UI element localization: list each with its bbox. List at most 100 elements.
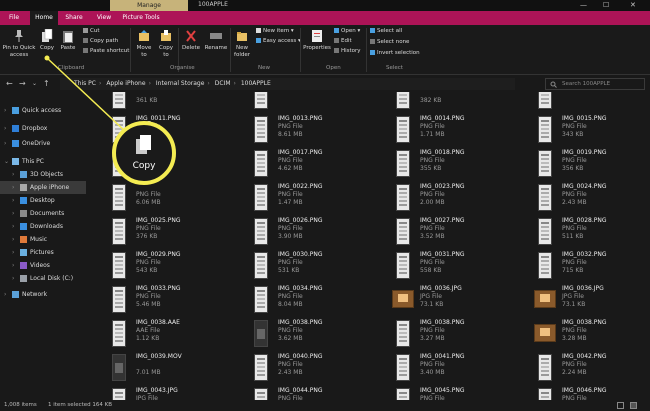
search-box[interactable]: Search 100APPLE	[545, 78, 645, 90]
expand-chevron-icon[interactable]: ›	[12, 168, 14, 181]
open-button[interactable]: Open ▾	[334, 28, 360, 35]
expand-chevron-icon[interactable]: ›	[12, 207, 14, 220]
file-item[interactable]: IMG_0013.PNG PNG File 8.61 MB	[254, 114, 394, 146]
select-all-button[interactable]: Select all	[370, 28, 402, 35]
pin-to-quick-access-button[interactable]: Pin to Quick access	[2, 29, 36, 58]
sidebar-item-this-pc[interactable]: ⌄ This PC	[0, 155, 86, 168]
cut-button[interactable]: Cut	[83, 28, 99, 35]
sidebar-item-downloads[interactable]: › Downloads	[0, 220, 86, 233]
file-item[interactable]: IMG_0024.PNG PNG File 2.43 MB	[538, 182, 650, 214]
file-item[interactable]: IMG_0038.AAE AAE File 1.12 KB	[112, 318, 252, 350]
expand-chevron-icon[interactable]: ›	[4, 288, 6, 301]
file-item[interactable]: IMG_0041.PNG PNG File 3.40 MB	[396, 352, 536, 384]
file-item[interactable]: IMG_0040.PNG PNG File 2.43 MB	[254, 352, 394, 384]
expand-chevron-icon[interactable]: ›	[12, 233, 14, 246]
file-item[interactable]: IMG_0017.PNG PNG File 4.62 MB	[254, 148, 394, 180]
sidebar-item-apple-iphone[interactable]: › Apple iPhone	[0, 181, 86, 194]
properties-button[interactable]: Properties	[302, 29, 332, 52]
file-item[interactable]: IMG_0022.PNG PNG File 1.47 MB	[254, 182, 394, 214]
minimize-button[interactable]: —	[580, 1, 587, 9]
file-item[interactable]: IMG_0038.PNG PNG File 3.62 MB	[254, 318, 394, 350]
recent-locations-button[interactable]: ⌄	[32, 80, 37, 87]
breadcrumb-100apple[interactable]: 100APPLE	[241, 80, 271, 87]
sidebar-item-onedrive[interactable]: › OneDrive	[0, 137, 86, 150]
sidebar-item-dropbox[interactable]: › Dropbox	[0, 122, 86, 135]
sidebar-item-local-disk-c[interactable]: › Local Disk (C:)	[0, 272, 86, 285]
file-item[interactable]: IMG_0014.PNG PNG File 1.71 MB	[396, 114, 536, 146]
expand-chevron-icon[interactable]: ›	[4, 104, 6, 117]
breadcrumb[interactable]: This PC › Apple iPhone › Internal Storage ›…	[60, 78, 515, 90]
details-view-icon[interactable]	[617, 402, 624, 409]
breadcrumb-internal-storage[interactable]: Internal Storage	[156, 80, 205, 87]
rename-button[interactable]: Rename	[204, 29, 228, 52]
expand-chevron-icon[interactable]: ⌄	[4, 155, 9, 168]
file-item[interactable]: IMG_0042.PNG PNG File 2.24 MB	[538, 352, 650, 384]
forward-button[interactable]: →	[19, 79, 26, 88]
file-item[interactable]: IMG_0045.PNGPNG File1.93 MB	[396, 386, 536, 400]
file-item[interactable]: IMG_0033.PNG PNG File 5.46 MB	[112, 284, 252, 316]
sidebar-item-documents[interactable]: › Documents	[0, 207, 86, 220]
tab-view[interactable]: View	[90, 11, 118, 25]
copy-button[interactable]: Copy	[38, 29, 56, 52]
expand-chevron-icon[interactable]: ›	[12, 181, 14, 194]
tab-share[interactable]: Share	[60, 11, 88, 25]
file-item[interactable]: IMG_0038.PNG PNG File 3.27 MB	[396, 318, 536, 350]
breadcrumb-this-pc[interactable]: This PC	[74, 80, 96, 87]
expand-chevron-icon[interactable]: ›	[12, 246, 14, 259]
sidebar-item-music[interactable]: › Music	[0, 233, 86, 246]
file-item[interactable]: IMG_0034.PNG PNG File 8.04 MB	[254, 284, 394, 316]
file-item[interactable]: 382 KB	[396, 92, 536, 112]
maximize-button[interactable]: ☐	[603, 1, 609, 9]
copy-to-button[interactable]: Copy to	[156, 29, 176, 58]
paste-shortcut-button[interactable]: Paste shortcut	[83, 48, 129, 55]
file-item[interactable]: IMG_0025.PNG PNG File 376 KB	[112, 216, 252, 248]
file-item[interactable]	[254, 92, 394, 112]
file-item[interactable]: IMG_0030.PNG PNG File 531 KB	[254, 250, 394, 282]
file-item[interactable]: IMG_0023.PNG PNG File 2.00 MB	[396, 182, 536, 214]
up-button[interactable]: ↑	[43, 79, 50, 88]
tab-file[interactable]: File	[0, 11, 28, 25]
file-item[interactable]	[538, 92, 650, 112]
delete-button[interactable]: Delete	[180, 29, 202, 52]
sidebar-item-quick-access[interactable]: › Quick access	[0, 104, 86, 117]
file-item[interactable]: IMG_0031.PNG PNG File 558 KB	[396, 250, 536, 282]
file-item[interactable]: 361 KB	[112, 92, 252, 112]
file-item[interactable]: IMG_0038.PNG PNG File 3.28 MB	[534, 318, 650, 350]
file-item[interactable]: IMG_0032.PNG PNG File 715 KB	[538, 250, 650, 282]
invert-selection-button[interactable]: Invert selection	[370, 50, 420, 57]
tab-home[interactable]: Home	[30, 11, 58, 25]
file-item[interactable]: PNG File 6.06 MB	[112, 182, 252, 214]
select-none-button[interactable]: Select none	[370, 39, 409, 46]
expand-chevron-icon[interactable]: ›	[12, 272, 14, 285]
file-item[interactable]: IMG_0046.PNGPNG File2.20 MB	[538, 386, 650, 400]
sidebar-item-desktop[interactable]: › Desktop	[0, 194, 86, 207]
expand-chevron-icon[interactable]: ›	[12, 220, 14, 233]
sidebar-item-network[interactable]: › Network	[0, 288, 86, 301]
edit-button[interactable]: Edit	[334, 38, 352, 45]
expand-chevron-icon[interactable]: ›	[12, 259, 14, 272]
file-item[interactable]: IMG_0036.JPG JPG File 73.1 KB	[392, 284, 536, 316]
new-item-button[interactable]: New item ▾	[256, 28, 294, 35]
file-item[interactable]: IMG_0044.PNGPNG File3.57 MB	[254, 386, 394, 400]
file-item[interactable]: IMG_0018.PNG PNG File 355 KB	[396, 148, 536, 180]
sidebar-item-videos[interactable]: › Videos	[0, 259, 86, 272]
large-icons-view-icon[interactable]	[630, 402, 637, 409]
tab-picture-tools[interactable]: Picture Tools	[120, 11, 162, 25]
expand-chevron-icon[interactable]: ›	[4, 137, 6, 150]
file-item[interactable]: IMG_0029.PNG PNG File 543 KB	[112, 250, 252, 282]
manage-contextual-tab[interactable]: Manage	[110, 0, 188, 11]
move-to-button[interactable]: Move to	[134, 29, 154, 58]
history-button[interactable]: History	[334, 48, 361, 55]
sidebar-item-pictures[interactable]: › Pictures	[0, 246, 86, 259]
file-item[interactable]: IMG_0027.PNG PNG File 3.52 MB	[396, 216, 536, 248]
breadcrumb-apple-iphone[interactable]: Apple iPhone	[106, 80, 145, 87]
close-button[interactable]: ✕	[630, 1, 636, 9]
file-item[interactable]: IMG_0036.JPG JPG File 73.1 KB	[534, 284, 650, 316]
easy-access-button[interactable]: Easy access ▾	[256, 38, 301, 45]
file-item[interactable]: IMG_0019.PNG PNG File 356 KB	[538, 148, 650, 180]
back-button[interactable]: ←	[6, 79, 13, 88]
new-folder-button[interactable]: New folder	[232, 29, 252, 58]
sidebar-item-3d-objects[interactable]: › 3D Objects	[0, 168, 86, 181]
file-item[interactable]: IMG_0039.MOV 7.01 MB	[112, 352, 252, 384]
file-item[interactable]: IMG_0015.PNG PNG File 343 KB	[538, 114, 650, 146]
